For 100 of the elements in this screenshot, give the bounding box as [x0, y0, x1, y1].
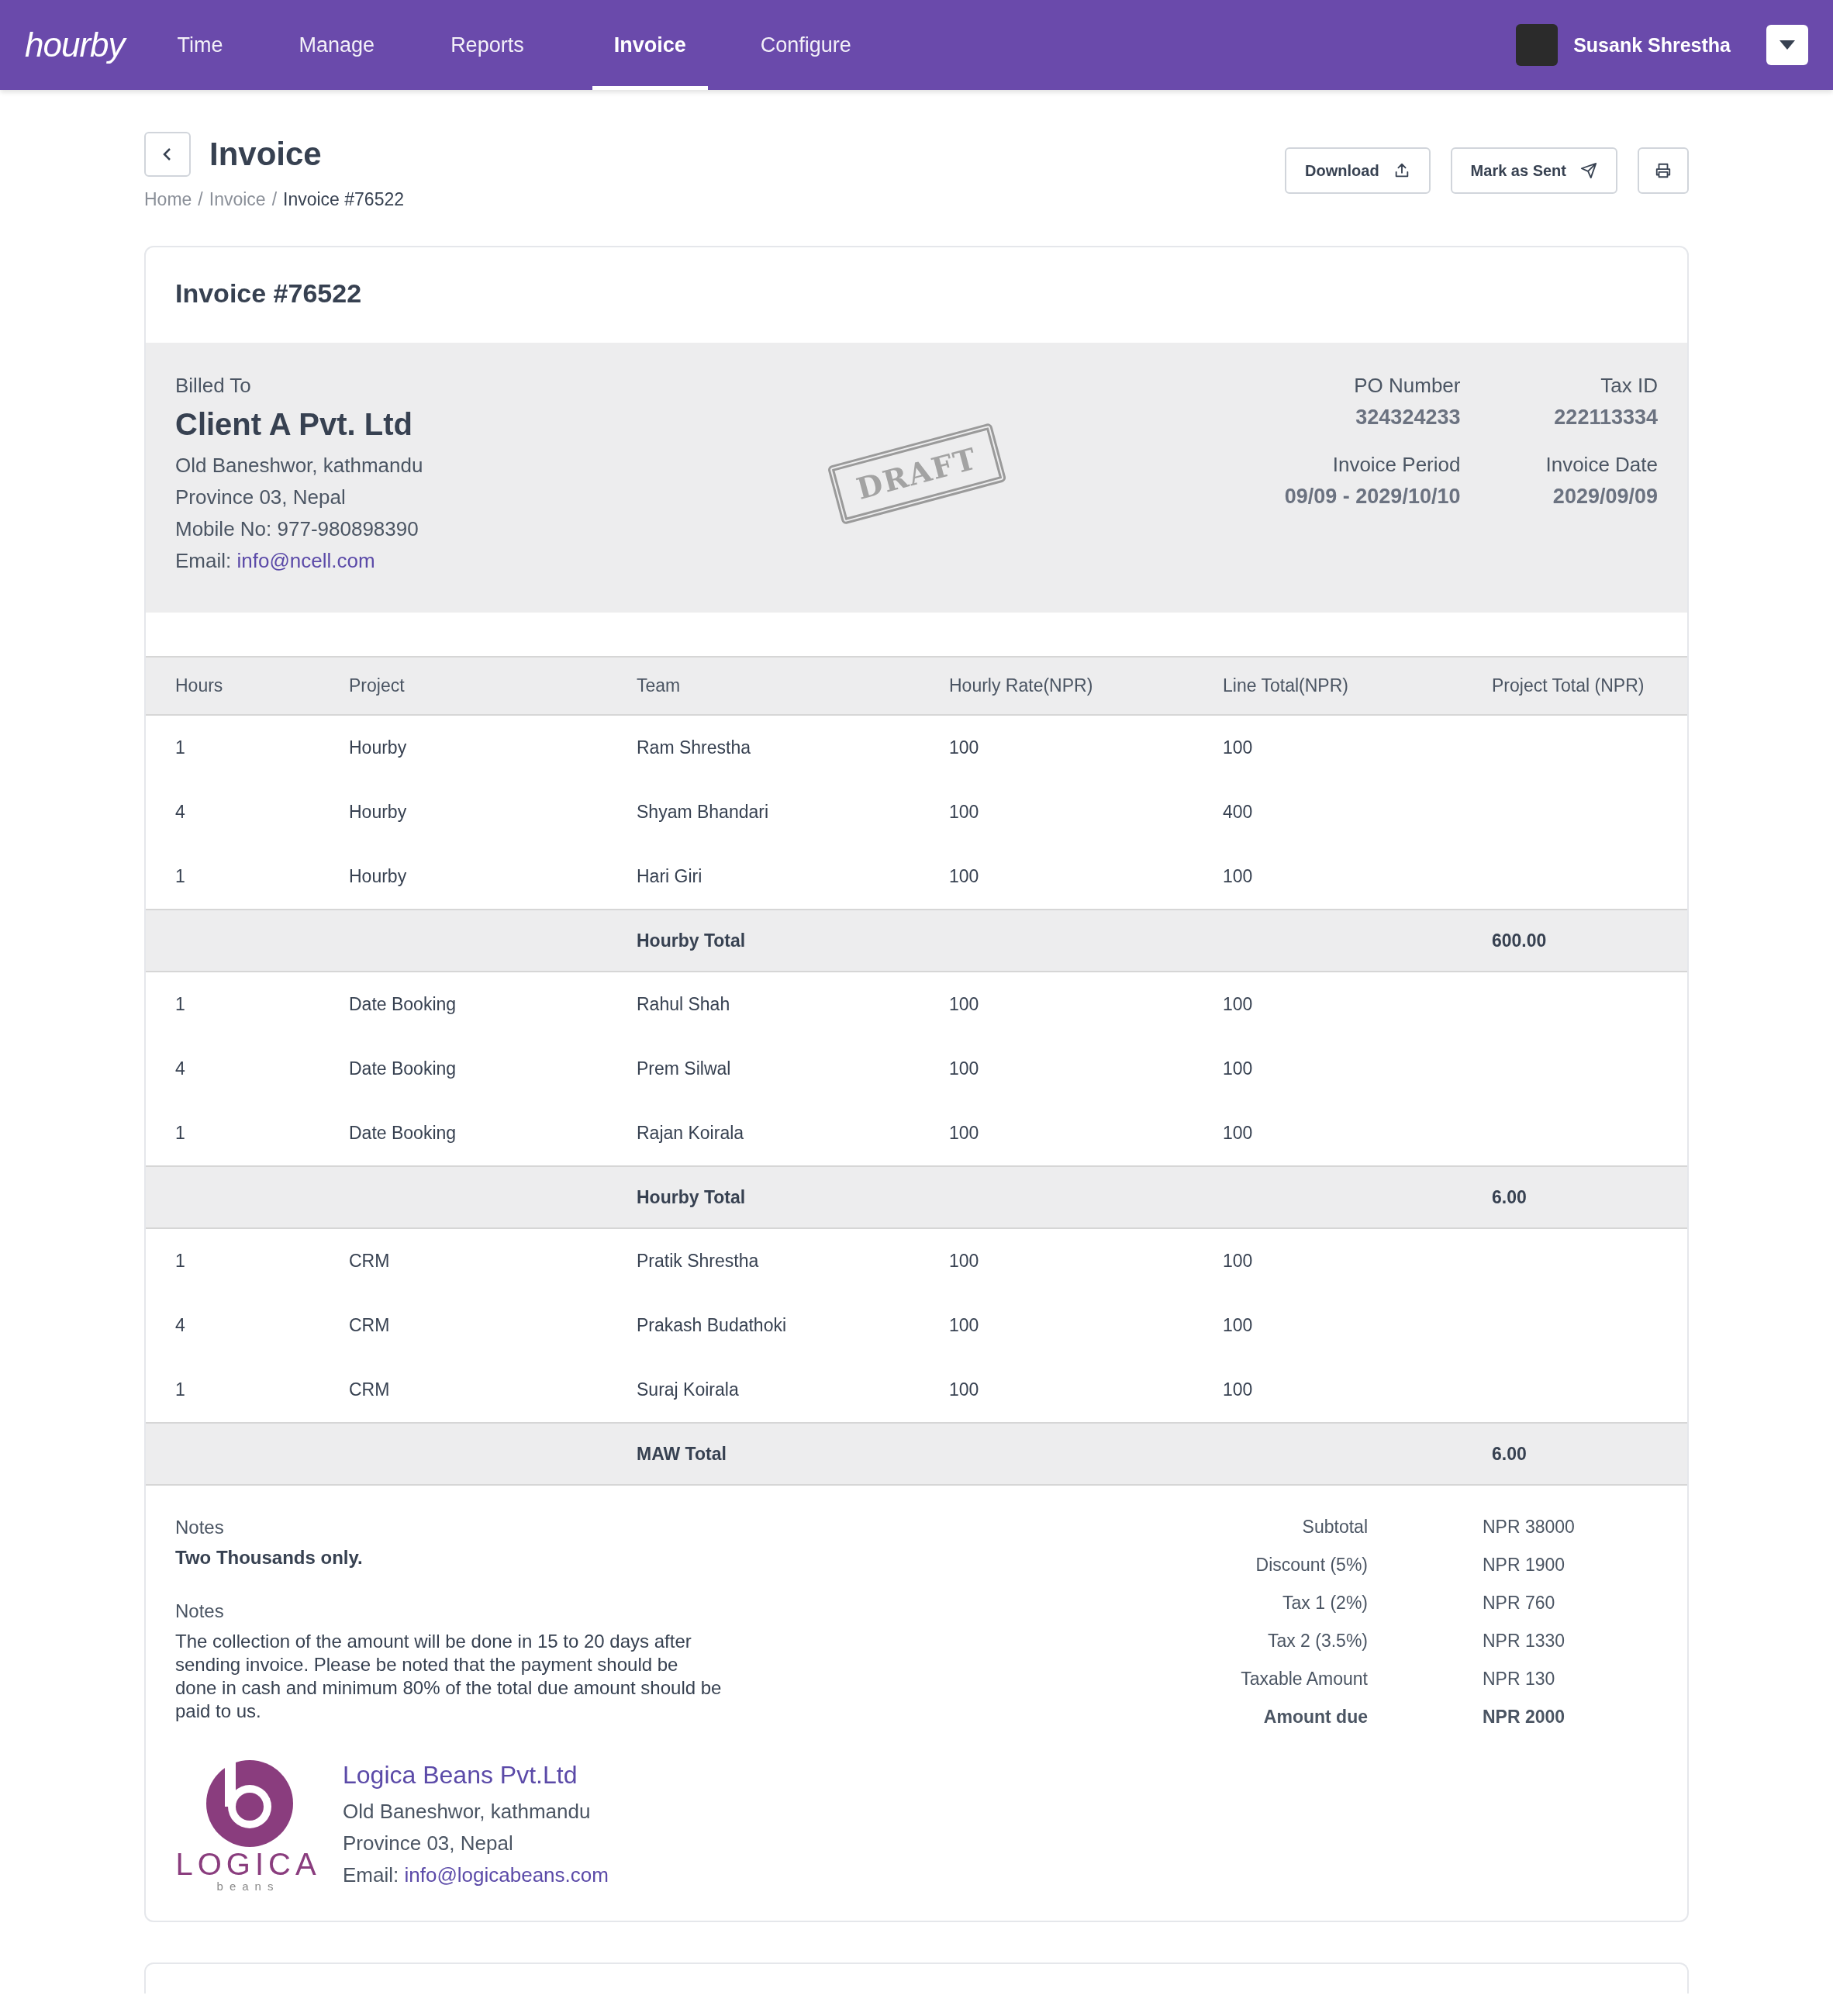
table-cell-text: 4 — [175, 802, 186, 823]
notes-label: Notes — [175, 1600, 225, 1622]
table-cell-text: 1 — [175, 1123, 186, 1144]
billed-to-label: Billed To — [175, 374, 252, 398]
table-cell-text: 1 — [175, 994, 186, 1015]
table-cell-text: 100 — [1223, 1315, 1254, 1336]
summary-value: NPR 760 — [1483, 1593, 1556, 1614]
email-label: Email: — [343, 1862, 399, 1887]
table-cell-text: Prakash Budathoki — [637, 1315, 788, 1336]
summary-value: NPR 130 — [1483, 1669, 1556, 1690]
breadcrumb-separator: / — [198, 189, 203, 210]
breadcrumb-link[interactable]: Invoice — [209, 189, 266, 210]
table-cell-text: Rajan Koirala — [637, 1123, 745, 1144]
total-label: Hourby Total — [637, 930, 747, 951]
summary-label: Discount (5%) — [1255, 1555, 1368, 1576]
summary-value: NPR 38000 — [1483, 1517, 1576, 1538]
email-link[interactable]: info@ncell.com — [236, 549, 375, 572]
table-cell-text: CRM — [349, 1315, 391, 1336]
meta-label: Invoice Date — [1545, 453, 1658, 477]
table-cell-text: 100 — [949, 866, 980, 887]
table-cell-text: CRM — [349, 1379, 391, 1400]
email-link[interactable]: info@logicabeans.com — [404, 1862, 609, 1887]
address-line: Province 03, Nepal — [175, 485, 347, 510]
column-header: Hours — [175, 675, 224, 696]
page-title: Invoice — [209, 136, 322, 173]
table-cell-text: 100 — [1223, 1379, 1254, 1400]
table-cell-text: Hourby — [349, 866, 408, 887]
table-cell-text: 100 — [1223, 1251, 1254, 1272]
download-button[interactable]: Download — [1285, 147, 1431, 194]
table-cell-text: Pratik Shrestha — [637, 1251, 760, 1272]
table-cell-text: 1 — [175, 1251, 186, 1272]
total-value: 600.00 — [1492, 930, 1548, 951]
table-cell-text: Date Booking — [349, 994, 457, 1015]
total-value: 6.00 — [1492, 1186, 1528, 1208]
company-name: Logica Beans Pvt.Ltd — [343, 1760, 578, 1790]
invoice-title: Invoice #76522 — [174, 278, 363, 309]
table-cell-text: 100 — [949, 1379, 980, 1400]
nav-tab[interactable]: Manage — [277, 0, 397, 90]
summary-label: Subtotal — [1301, 1517, 1368, 1538]
nav-tab[interactable]: Reports — [429, 0, 546, 90]
total-label: MAW Total — [637, 1443, 727, 1465]
table-cell-text: Prem Silwal — [637, 1058, 732, 1079]
table-cell-text: 4 — [175, 1315, 186, 1336]
breadcrumb-link[interactable]: Invoice #76522 — [283, 189, 405, 210]
send-button[interactable]: Mark as Sent — [1450, 147, 1617, 194]
address-line: Province 03, Nepal — [343, 1830, 514, 1856]
table-cell-text: 100 — [1223, 866, 1254, 887]
table-cell-text: Hourby — [349, 737, 408, 758]
summary-value: NPR 1900 — [1483, 1555, 1566, 1576]
table-cell-text: Date Booking — [349, 1058, 457, 1079]
nav-tab[interactable]: Time — [155, 0, 245, 90]
logo-tagline: beans — [216, 1880, 280, 1893]
summary-value: NPR 1330 — [1483, 1631, 1566, 1652]
summary-label: Taxable Amount — [1241, 1669, 1368, 1690]
breadcrumb-link[interactable]: Home — [144, 189, 192, 210]
total-value: 6.00 — [1492, 1443, 1528, 1465]
nav-tab[interactable]: Configure — [738, 0, 873, 90]
column-header: Hourly Rate(NPR) — [949, 675, 1094, 696]
summary-label: Tax 2 (3.5%) — [1266, 1631, 1368, 1652]
breadcrumb-separator: / — [271, 189, 277, 210]
table-cell-text: 1 — [175, 1379, 186, 1400]
notes-label: Notes — [175, 1517, 225, 1538]
dropdown-button[interactable] — [1766, 25, 1808, 65]
summary-label: Amount due — [1262, 1707, 1368, 1728]
total-label: Hourby Total — [637, 1186, 747, 1208]
table-cell-text: 100 — [1223, 1058, 1254, 1079]
notes-text: Two Thousands only. — [175, 1546, 364, 1569]
table-cell-text: Hourby — [349, 802, 408, 823]
nav-tab[interactable]: Invoice — [592, 0, 708, 90]
table-cell-text: 100 — [949, 802, 980, 823]
address-line: Old Baneshwor, kathmandu — [175, 453, 423, 478]
table-cell-text: 100 — [949, 1315, 980, 1336]
table-cell-text: 100 — [949, 1058, 980, 1079]
print-button[interactable] — [1638, 147, 1689, 194]
table-cell-text: 100 — [1223, 737, 1254, 758]
client-name: Client A Pvt. Ltd — [175, 407, 413, 442]
meta-label: PO Number — [1353, 374, 1461, 398]
summary-label: Tax 1 (2%) — [1282, 1593, 1368, 1614]
table-cell-text: 100 — [1223, 1123, 1254, 1144]
table-cell-text: 100 — [949, 1251, 980, 1272]
table-cell-text: 100 — [949, 1123, 980, 1144]
summary-value: NPR 2000 — [1483, 1707, 1566, 1728]
meta-value: 222113334 — [1553, 406, 1658, 430]
table-cell-text: Hari Giri — [637, 866, 703, 887]
meta-label: Tax ID — [1600, 374, 1658, 398]
caret-icon — [1779, 40, 1795, 50]
send-icon — [1580, 162, 1597, 179]
meta-value: 2029/09/09 — [1552, 485, 1658, 509]
table-cell-text: 400 — [1223, 802, 1254, 823]
table-cell-text: 1 — [175, 866, 186, 887]
logo-wordmark: LOGICA — [175, 1849, 321, 1880]
table-cell-text: 100 — [949, 737, 980, 758]
email-label: Email: — [175, 549, 232, 572]
column-header: Team — [637, 675, 682, 696]
column-header: Project Total (NPR) — [1492, 675, 1645, 696]
meta-value: 324324233 — [1355, 406, 1461, 430]
table-cell-text: 4 — [175, 1058, 186, 1079]
notes-text: The collection of the amount will be done in 15 to 20 days after sending invoice. Please be noted that the payment should be done in cash and minimum 80% of the total due amount should be paid to us. — [175, 1630, 722, 1723]
address-line: Mobile No: 977-980898390 — [175, 516, 419, 542]
printer-icon — [1655, 162, 1672, 179]
